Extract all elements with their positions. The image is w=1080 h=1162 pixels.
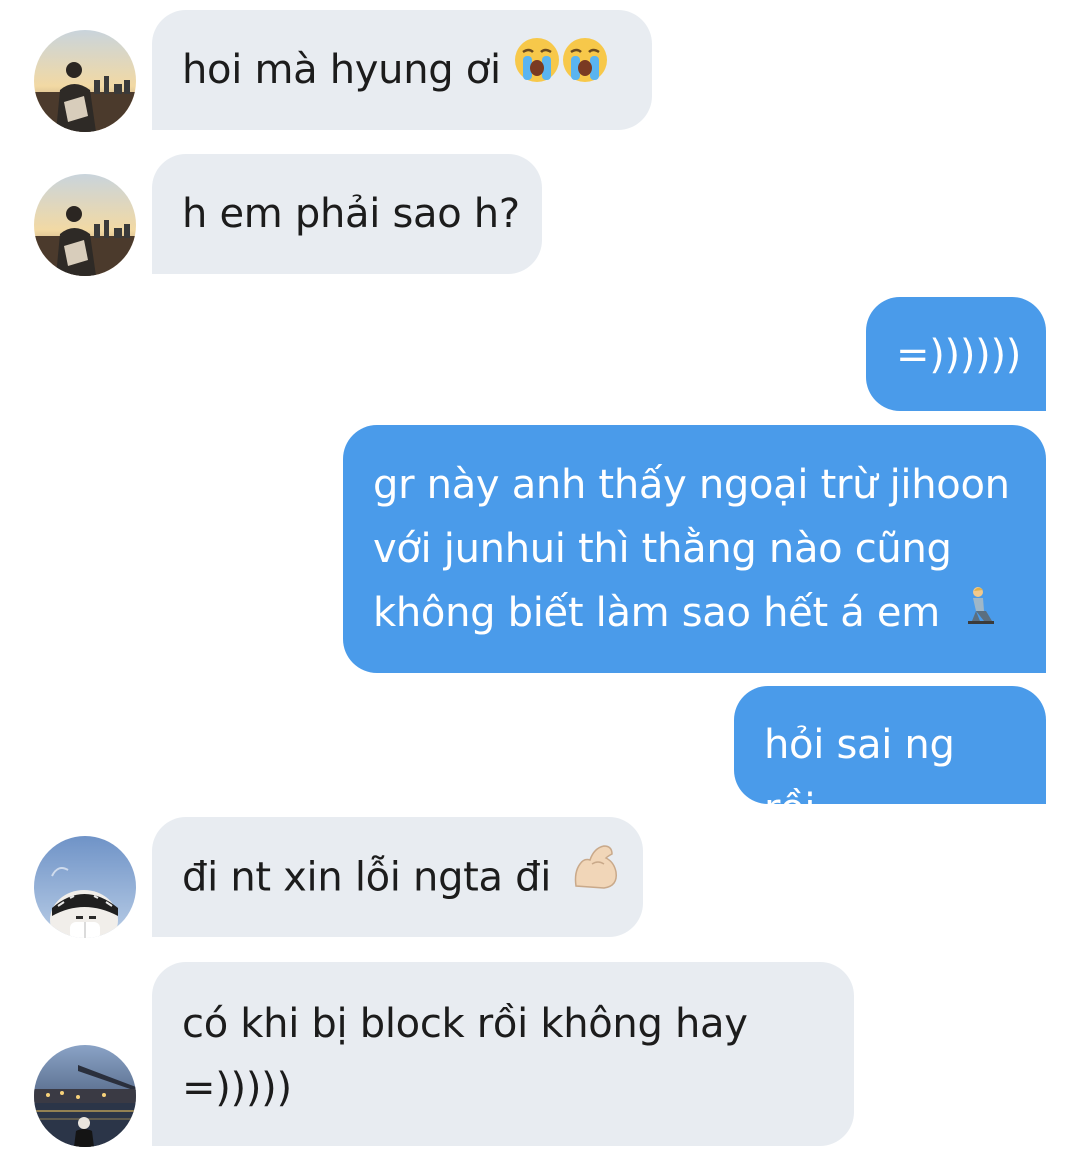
chat-thread: hoi mà hyung ơi h em phải sao h? =))))))… bbox=[0, 0, 1080, 1162]
crying-face-icon bbox=[561, 36, 609, 103]
message-bubble-incoming[interactable]: hoi mà hyung ơi bbox=[152, 10, 652, 130]
message-text: hỏi sai ng rồi bbox=[764, 722, 955, 832]
message-text: =)))))) bbox=[896, 332, 1022, 378]
message-bubble-incoming[interactable]: h em phải sao h? bbox=[152, 154, 542, 274]
avatar[interactable] bbox=[34, 30, 136, 132]
kneeling-person-icon bbox=[964, 580, 996, 644]
flexed-biceps-icon bbox=[570, 842, 622, 911]
message-text: đi nt xin lỗi ngta đi bbox=[182, 854, 552, 901]
avatar[interactable] bbox=[34, 836, 136, 938]
avatar[interactable] bbox=[34, 174, 136, 276]
avatar[interactable] bbox=[34, 1045, 136, 1147]
message-bubble-incoming[interactable]: đi nt xin lỗi ngta đi bbox=[152, 817, 643, 937]
message-text: gr này anh thấy ngoại trừ jihoon với jun… bbox=[373, 462, 1010, 636]
message-text: hoi mà hyung ơi bbox=[182, 47, 501, 93]
message-bubble-incoming[interactable]: có khi bị block rồi không hay =))))) bbox=[152, 962, 854, 1146]
crying-face-icon bbox=[513, 36, 561, 103]
message-bubble-outgoing[interactable]: hỏi sai ng rồi bbox=[734, 686, 1046, 832]
message-bubble-outgoing[interactable]: =)))))) bbox=[866, 297, 1046, 411]
message-text: h em phải sao h? bbox=[182, 191, 520, 237]
message-bubble-outgoing[interactable]: gr này anh thấy ngoại trừ jihoon với jun… bbox=[343, 425, 1046, 673]
message-text: có khi bị block rồi không hay =))))) bbox=[182, 1001, 748, 1111]
